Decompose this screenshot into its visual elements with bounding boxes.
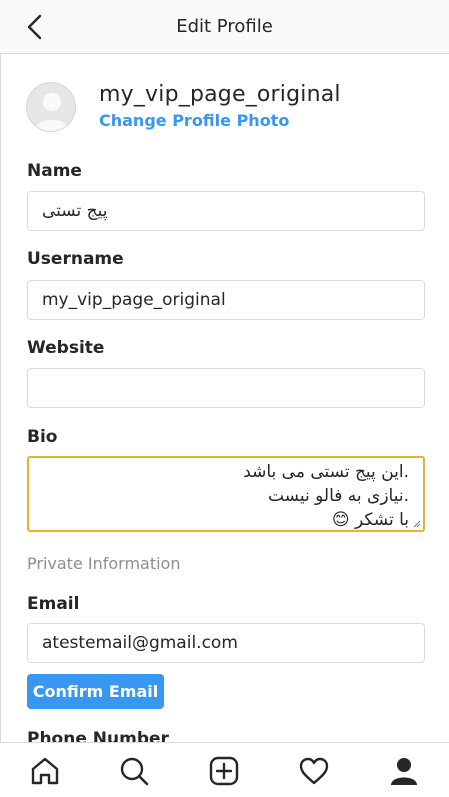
website-field[interactable] xyxy=(27,368,425,408)
profile-username: my_vip_page_original xyxy=(99,82,341,107)
default-avatar-icon xyxy=(34,93,70,131)
home-icon[interactable] xyxy=(29,755,61,787)
top-bar: Edit Profile xyxy=(0,0,449,54)
bottom-navigation xyxy=(0,742,449,797)
activity-heart-icon[interactable] xyxy=(298,755,330,787)
username-field[interactable]: my_vip_page_original xyxy=(27,280,425,320)
website-label: Website xyxy=(27,338,105,358)
new-post-icon[interactable] xyxy=(208,755,240,787)
resize-handle-icon[interactable] xyxy=(413,520,421,528)
username-label: Username xyxy=(27,249,124,269)
confirm-email-button[interactable]: Confirm Email xyxy=(27,674,164,709)
bio-line: .این پیج تستی می باشد xyxy=(243,462,409,482)
search-icon[interactable] xyxy=(118,755,150,787)
private-information-heading: Private Information xyxy=(27,554,181,573)
name-label: Name xyxy=(27,161,82,181)
email-label: Email xyxy=(27,594,80,614)
change-profile-photo-link[interactable]: Change Profile Photo xyxy=(99,111,289,130)
edit-profile-form: my_vip_page_original Change Profile Phot… xyxy=(0,54,449,742)
avatar[interactable] xyxy=(26,82,76,132)
bio-textarea[interactable]: .این پیج تستی می باشد .نیازی به فالو نیس… xyxy=(27,456,425,532)
email-field[interactable]: atestemail@gmail.com xyxy=(27,623,425,663)
bio-line: .نیازی به فالو نیست xyxy=(267,486,409,506)
bio-line: با تشکر 😊 xyxy=(331,510,409,530)
page-title: Edit Profile xyxy=(176,16,273,37)
name-field[interactable]: پیج تستی xyxy=(27,191,425,231)
phone-number-label: Phone Number xyxy=(27,729,169,742)
profile-icon[interactable] xyxy=(388,755,420,787)
bio-label: Bio xyxy=(27,427,58,447)
